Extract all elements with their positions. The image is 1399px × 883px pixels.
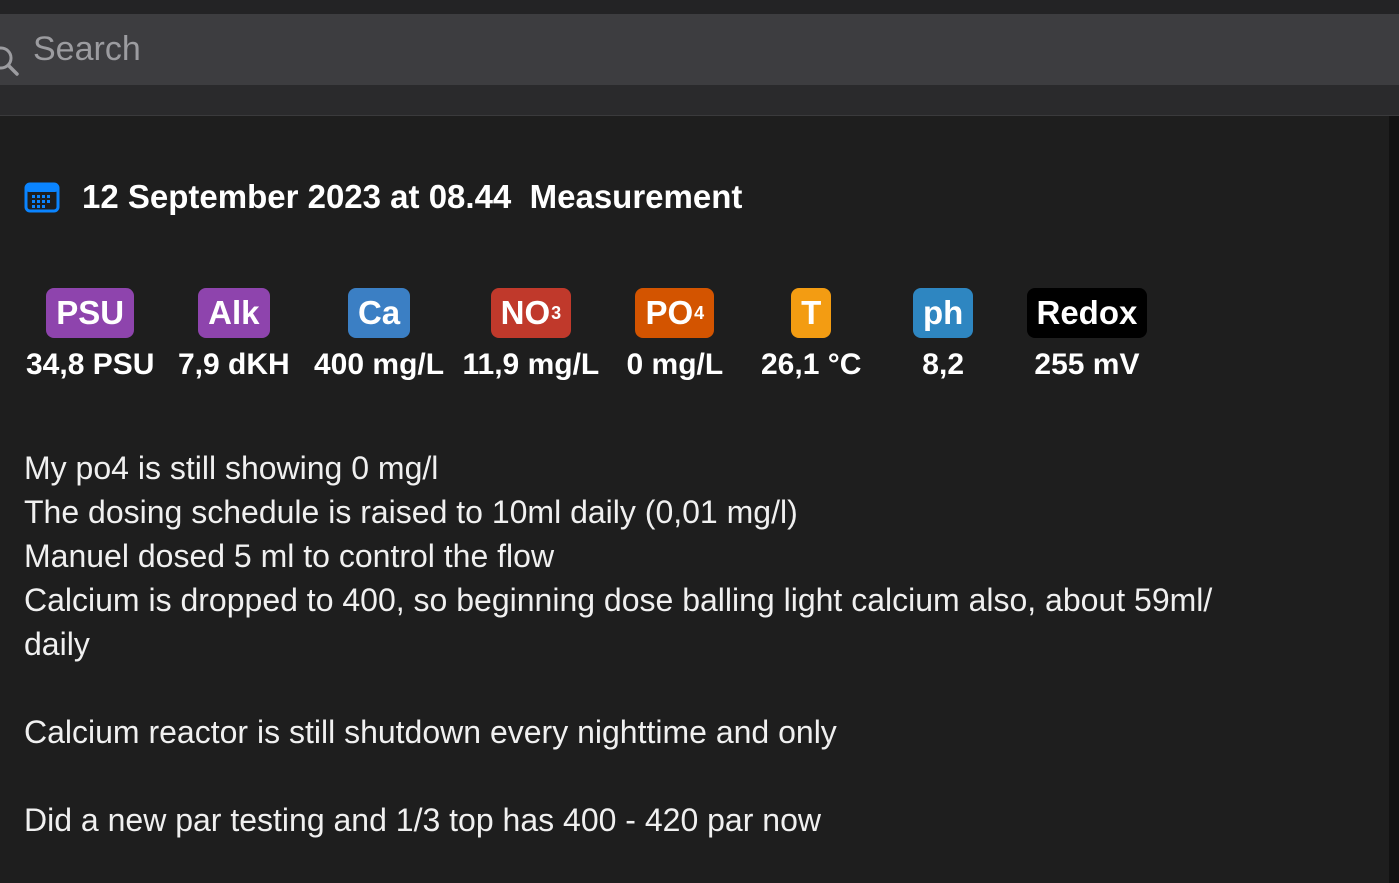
note-line	[24, 666, 1264, 710]
parameter-badge: ph	[913, 288, 974, 338]
note-line: Calcium is dropped to 400, so beginning …	[24, 582, 1222, 662]
parameter-list: PSU 34,8 PSU Alk 7,9 dKH Ca 400 mg/L NO 3 11,9 m…	[0, 288, 1200, 388]
note-line: The dosing schedule is raised to 10ml da…	[24, 494, 798, 530]
note-line: My po4 is still showing 0 mg/l	[24, 450, 439, 486]
parameter-value: 0 mg/L	[626, 348, 724, 381]
parameter-psu[interactable]: PSU 34,8 PSU	[26, 288, 154, 382]
note-line: Manuel dosed 5 ml to control the flow	[24, 538, 555, 574]
parameter-redox[interactable]: Redox 255 mV	[1026, 288, 1148, 382]
calendar-icon	[24, 182, 60, 213]
parameter-po4[interactable]: PO 4 0 mg/L	[626, 288, 724, 382]
parameter-badge: Ca	[347, 288, 411, 338]
entry-header[interactable]: 12 September 2023 at 08.44 Measurement	[24, 176, 742, 218]
parameter-badge: PSU	[46, 288, 135, 338]
parameter-value: 255 mV	[1034, 348, 1140, 381]
parameter-alk[interactable]: Alk 7,9 dKH	[178, 288, 290, 382]
search-icon	[0, 46, 19, 76]
parameter-badge: NO 3	[490, 288, 572, 338]
parameter-badge: Alk	[198, 288, 270, 338]
parameter-ph[interactable]: ph 8,2	[913, 288, 974, 382]
parameter-value: 11,9 mg/L	[462, 348, 600, 381]
search-input[interactable]	[33, 14, 1333, 85]
parameter-value: 400 mg/L	[314, 348, 445, 381]
parameter-badge: PO 4	[635, 288, 715, 338]
parameter-t[interactable]: T 26,1 °C	[761, 288, 861, 382]
parameter-value: 7,9 dKH	[178, 348, 290, 381]
parameter-ca[interactable]: Ca 400 mg/L	[314, 288, 444, 382]
note-line: Calcium reactor is still shutdown every …	[24, 714, 837, 750]
scroll-edge	[1389, 116, 1399, 883]
top-strip	[0, 0, 1399, 14]
parameter-badge: T	[791, 288, 832, 338]
note-line: Did a new par testing and 1/3 top has 40…	[24, 802, 821, 838]
entry-date: 12 September 2023 at 08.44	[82, 178, 512, 215]
entry-title: Measurement	[529, 178, 743, 215]
parameter-value: 8,2	[922, 348, 965, 381]
parameter-badge: Redox	[1026, 288, 1148, 338]
note-line	[24, 754, 1264, 798]
parameter-value: 34,8 PSU	[26, 348, 155, 381]
entry-notes: My po4 is still showing 0 mg/l The dosing…	[24, 446, 1264, 842]
parameter-value: 26,1 °C	[761, 348, 862, 381]
parameter-no3[interactable]: NO 3 11,9 mg/L	[462, 288, 600, 382]
search-footer	[0, 85, 1399, 116]
